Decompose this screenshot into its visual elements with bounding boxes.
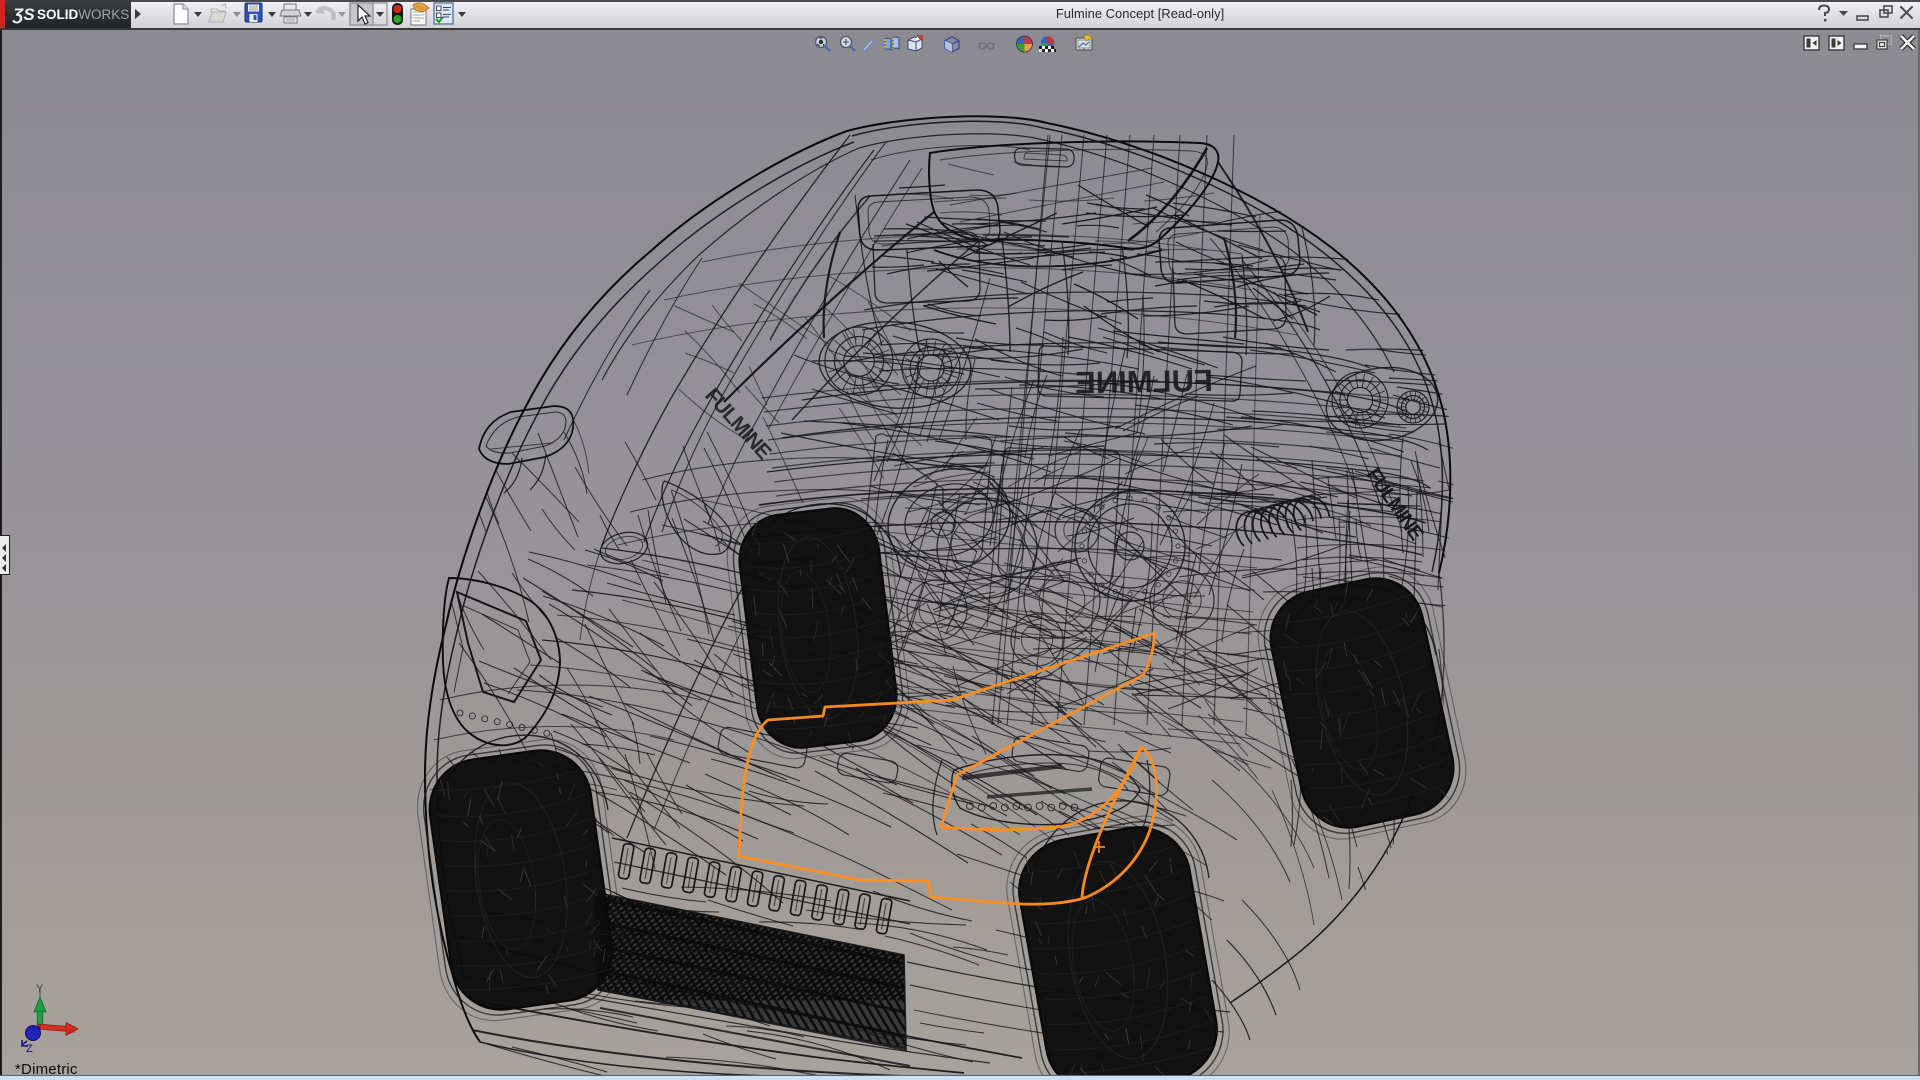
svg-text:X: X bbox=[68, 1024, 76, 1036]
svg-text:FULMINE: FULMINE bbox=[700, 384, 776, 464]
svg-text:Z: Z bbox=[26, 1043, 33, 1055]
svg-text:Y: Y bbox=[36, 983, 44, 995]
